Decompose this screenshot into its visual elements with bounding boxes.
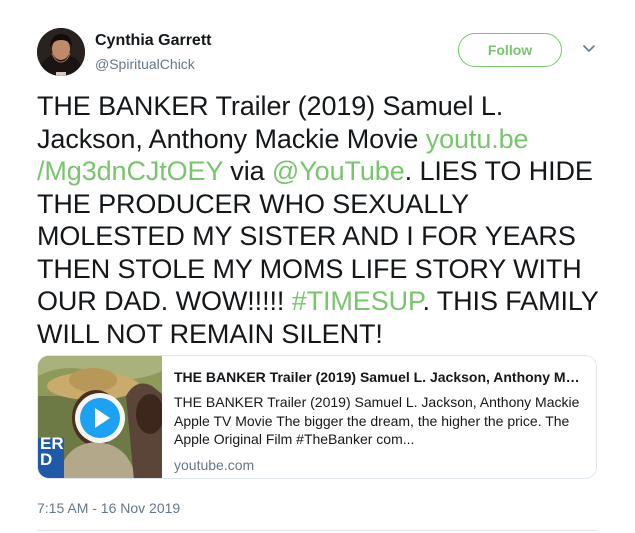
tweet-text-segment: via: [222, 156, 272, 186]
chevron-down-icon[interactable]: [581, 40, 597, 56]
link-preview-card[interactable]: ER D THE BANKER Trailer (2019) Samuel L.…: [37, 355, 597, 479]
card-description: THE BANKER Trailer (2019) Samuel L. Jack…: [174, 394, 580, 447]
card-domain: youtube.com: [174, 456, 255, 473]
card-title: THE BANKER Trailer (2019) Samuel L. Jack…: [174, 369, 584, 385]
avatar[interactable]: [37, 28, 85, 76]
divider: [37, 530, 597, 531]
youtube-mention-link[interactable]: @YouTube: [272, 156, 405, 186]
tweet-text: THE BANKER Trailer (2019) Samuel L. Jack…: [37, 90, 612, 350]
card-body: THE BANKER Trailer (2019) Samuel L. Jack…: [174, 368, 584, 473]
play-icon[interactable]: [74, 392, 126, 444]
display-name[interactable]: Cynthia Garrett: [95, 32, 211, 50]
tweet-header: Cynthia Garrett @SpiritualChick Follow: [37, 28, 617, 78]
tweet-timestamp[interactable]: 7:15 AM - 16 Nov 2019: [37, 500, 180, 516]
user-handle[interactable]: @SpiritualChick: [95, 56, 195, 72]
timesup-hashtag-link[interactable]: #TIMESUP: [292, 286, 423, 316]
video-thumbnail[interactable]: ER D: [38, 356, 162, 478]
follow-button[interactable]: Follow: [458, 33, 562, 67]
thumbnail-overlay-text: ER D: [40, 434, 64, 469]
tweet-page: Cynthia Garrett @SpiritualChick Follow T…: [0, 0, 635, 533]
